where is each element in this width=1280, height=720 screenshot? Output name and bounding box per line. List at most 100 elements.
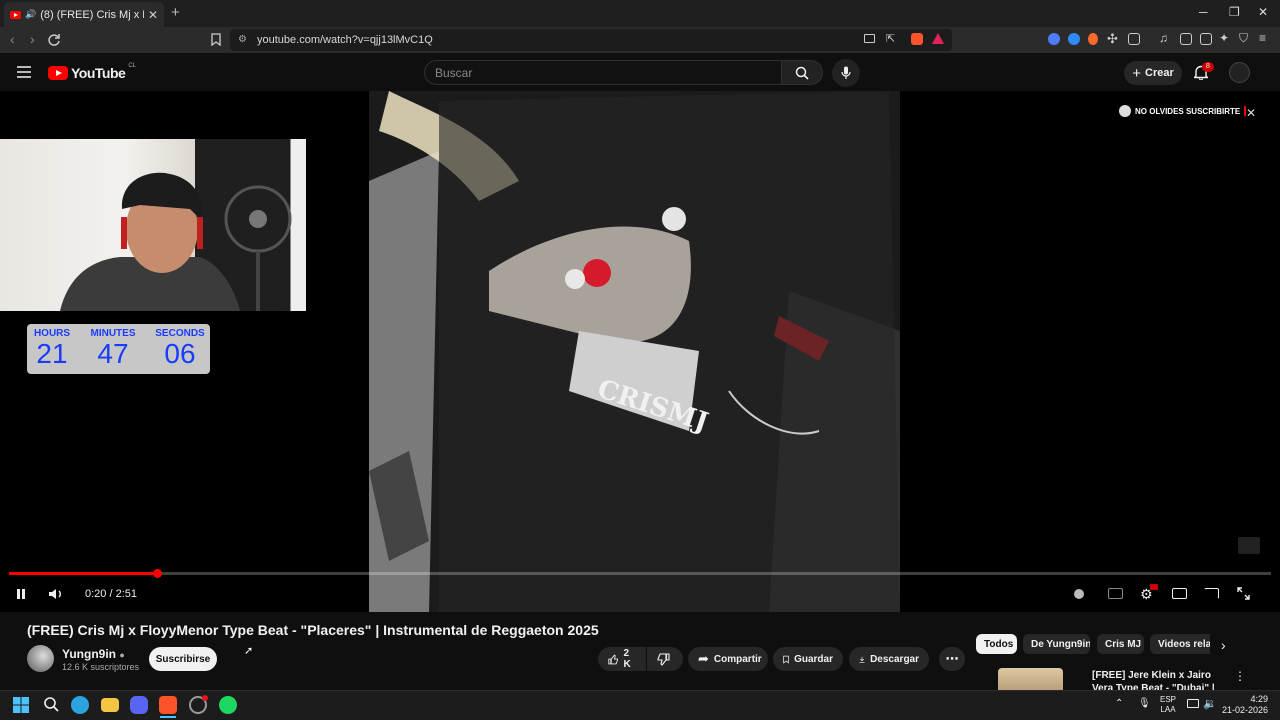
window-close-button[interactable]: ✕ (1258, 5, 1268, 19)
url-text[interactable]: youtube.com/watch?v=qjj13lMvC1Q (257, 34, 433, 46)
microphone-icon (841, 66, 851, 79)
recommendation-title[interactable]: [FREE] Jere Klein x Jairo Vera Type Beat… (1092, 669, 1222, 691)
share-label: Compartir (713, 653, 762, 665)
extension-box-icon[interactable] (1128, 33, 1140, 45)
language-indicator[interactable]: ESP LAA (1160, 695, 1176, 715)
file-explorer-icon[interactable] (101, 698, 119, 712)
search-button[interactable] (781, 60, 823, 85)
save-button[interactable]: Guardar (773, 647, 843, 671)
site-settings-icon[interactable]: ⚙ (238, 34, 247, 45)
chip-todos[interactable]: Todos (976, 634, 1017, 654)
tray-microphone-icon[interactable]: 🎙 (1138, 698, 1151, 709)
channel-name[interactable]: Yungn9in ● (62, 647, 125, 661)
network-icon[interactable] (1187, 699, 1199, 708)
spotify-icon[interactable] (219, 696, 237, 714)
subscribe-reminder-text: NO OLVIDES SUSCRIBIRTE (1135, 106, 1241, 116)
vpn-shield-icon[interactable]: ⛉ (1239, 31, 1248, 46)
wallet-icon[interactable] (1200, 33, 1212, 45)
browser-tab-youtube[interactable]: 🔊 (8) (FREE) Cris Mj x FloyyMenor ✕ (4, 2, 164, 27)
miniplayer-icon[interactable] (1172, 588, 1187, 599)
subscribe-reminder-overlay[interactable]: NO OLVIDES SUSCRIBIRTE (1119, 105, 1247, 117)
subscribe-button[interactable]: Suscribirse (149, 647, 217, 671)
leo-ai-icon[interactable]: ✦ (1219, 31, 1229, 45)
channel-avatar[interactable] (27, 645, 54, 672)
account-avatar[interactable] (1229, 62, 1250, 83)
thumbs-up-icon (608, 653, 619, 664)
search-icon (795, 66, 809, 80)
like-count: 2 K (623, 648, 631, 670)
youtube-play-logo-icon (48, 66, 68, 80)
close-overlay-icon[interactable]: ✕ (1246, 106, 1256, 120)
timer-hours-value: 21 (36, 338, 68, 369)
chip-cris-mj[interactable]: Cris MJ (1097, 634, 1144, 654)
volume-icon (49, 589, 61, 599)
browser-menu-icon[interactable]: ≡ (1259, 31, 1266, 45)
search-input[interactable]: Buscar (424, 60, 782, 85)
back-arrow-icon[interactable]: ‹ (10, 31, 15, 47)
progress-scrubber-handle[interactable] (152, 569, 162, 578)
more-actions-icon[interactable]: ⋯ (939, 647, 965, 671)
taskbar-search-icon[interactable] (43, 696, 59, 712)
download-label: Descargar (870, 653, 919, 665)
recommendation-more-icon[interactable]: ⋮ (1234, 669, 1246, 683)
telegram-icon[interactable] (71, 696, 89, 714)
guide-menu-icon[interactable] (17, 66, 31, 78)
extension-fire-icon[interactable] (1088, 33, 1098, 45)
fullscreen-button[interactable] (1237, 587, 1250, 600)
media-music-icon[interactable]: ♫ (1159, 31, 1168, 45)
app-notification-dot (202, 695, 208, 701)
bookmark-icon[interactable] (211, 33, 221, 46)
forward-arrow-icon[interactable]: › (30, 31, 35, 47)
sidebar-toggle-icon[interactable] (1180, 33, 1192, 45)
windows-start-icon[interactable] (13, 697, 29, 713)
channel-branding-watermark-icon[interactable] (1238, 537, 1260, 554)
progress-bar[interactable] (9, 572, 1271, 575)
save-label: Guardar (794, 653, 833, 665)
create-button[interactable]: + Crear (1124, 61, 1182, 85)
speaker-volume-icon[interactable]: 🔉 (1203, 697, 1217, 710)
window-minimize-button[interactable]: ─ (1199, 5, 1208, 19)
extensions-puzzle-icon[interactable]: ✣ (1107, 31, 1118, 47)
brave-browser-icon[interactable] (159, 696, 177, 714)
share-button[interactable]: ➦ Compartir (688, 647, 768, 671)
chip-videos-relacionados[interactable]: Videos rela (1150, 634, 1210, 654)
reload-icon[interactable] (47, 33, 61, 47)
new-tab-button[interactable]: + (171, 4, 180, 21)
stream-timer-widget: HOURS 21 MINUTES 47 SECONDS 06 (27, 324, 210, 374)
youtube-logo[interactable]: YouTube CL (48, 63, 136, 81)
webcam-overlay (0, 139, 306, 311)
download-button[interactable]: Descargar (849, 647, 929, 671)
browser-tab-strip (0, 0, 1280, 27)
pause-button[interactable] (15, 588, 27, 600)
window-restore-button[interactable]: ❐ (1229, 5, 1240, 19)
mouse-cursor-icon: ➚ (244, 645, 254, 657)
clock-date: 21-02-2026 (1222, 705, 1269, 715)
active-app-indicator (160, 716, 176, 718)
like-button[interactable]: 2 K (598, 647, 646, 671)
subscriber-count: 12.6 K suscriptores (62, 662, 140, 672)
extension-translate-icon[interactable] (1068, 33, 1080, 45)
save-bookmark-icon (783, 655, 789, 664)
discord-icon[interactable] (130, 696, 148, 714)
share-page-icon[interactable]: ⇱ (886, 32, 895, 45)
notification-badge: 8 (1202, 62, 1214, 72)
brave-shields-icon[interactable] (911, 33, 923, 45)
extension-blue-icon[interactable] (1048, 33, 1060, 45)
tray-overflow-chevron-icon[interactable]: ⌃ (1115, 698, 1123, 709)
chips-next-chevron-icon[interactable]: › (1221, 637, 1226, 653)
cast-icon[interactable] (1204, 588, 1219, 599)
youtube-logo-text: YouTube (71, 65, 126, 81)
tab-close-icon[interactable]: ✕ (148, 8, 158, 22)
system-clock[interactable]: 4:29 21-02-2026 (1222, 694, 1268, 716)
cast-tab-icon[interactable] (864, 34, 875, 43)
subtitles-icon[interactable] (1108, 588, 1123, 599)
brave-rewards-icon[interactable] (932, 33, 944, 44)
timer-seconds: SECONDS 06 (154, 328, 206, 369)
recommendation-thumbnail[interactable] (998, 668, 1063, 690)
chip-de-yungn9in[interactable]: De Yungn9in (1023, 634, 1090, 654)
volume-button[interactable] (48, 587, 64, 601)
voice-search-button[interactable] (832, 59, 860, 87)
dislike-button[interactable] (647, 647, 683, 671)
autoplay-toggle-icon[interactable] (1074, 589, 1084, 599)
time-display: 0:20 / 2:51 (85, 588, 137, 600)
